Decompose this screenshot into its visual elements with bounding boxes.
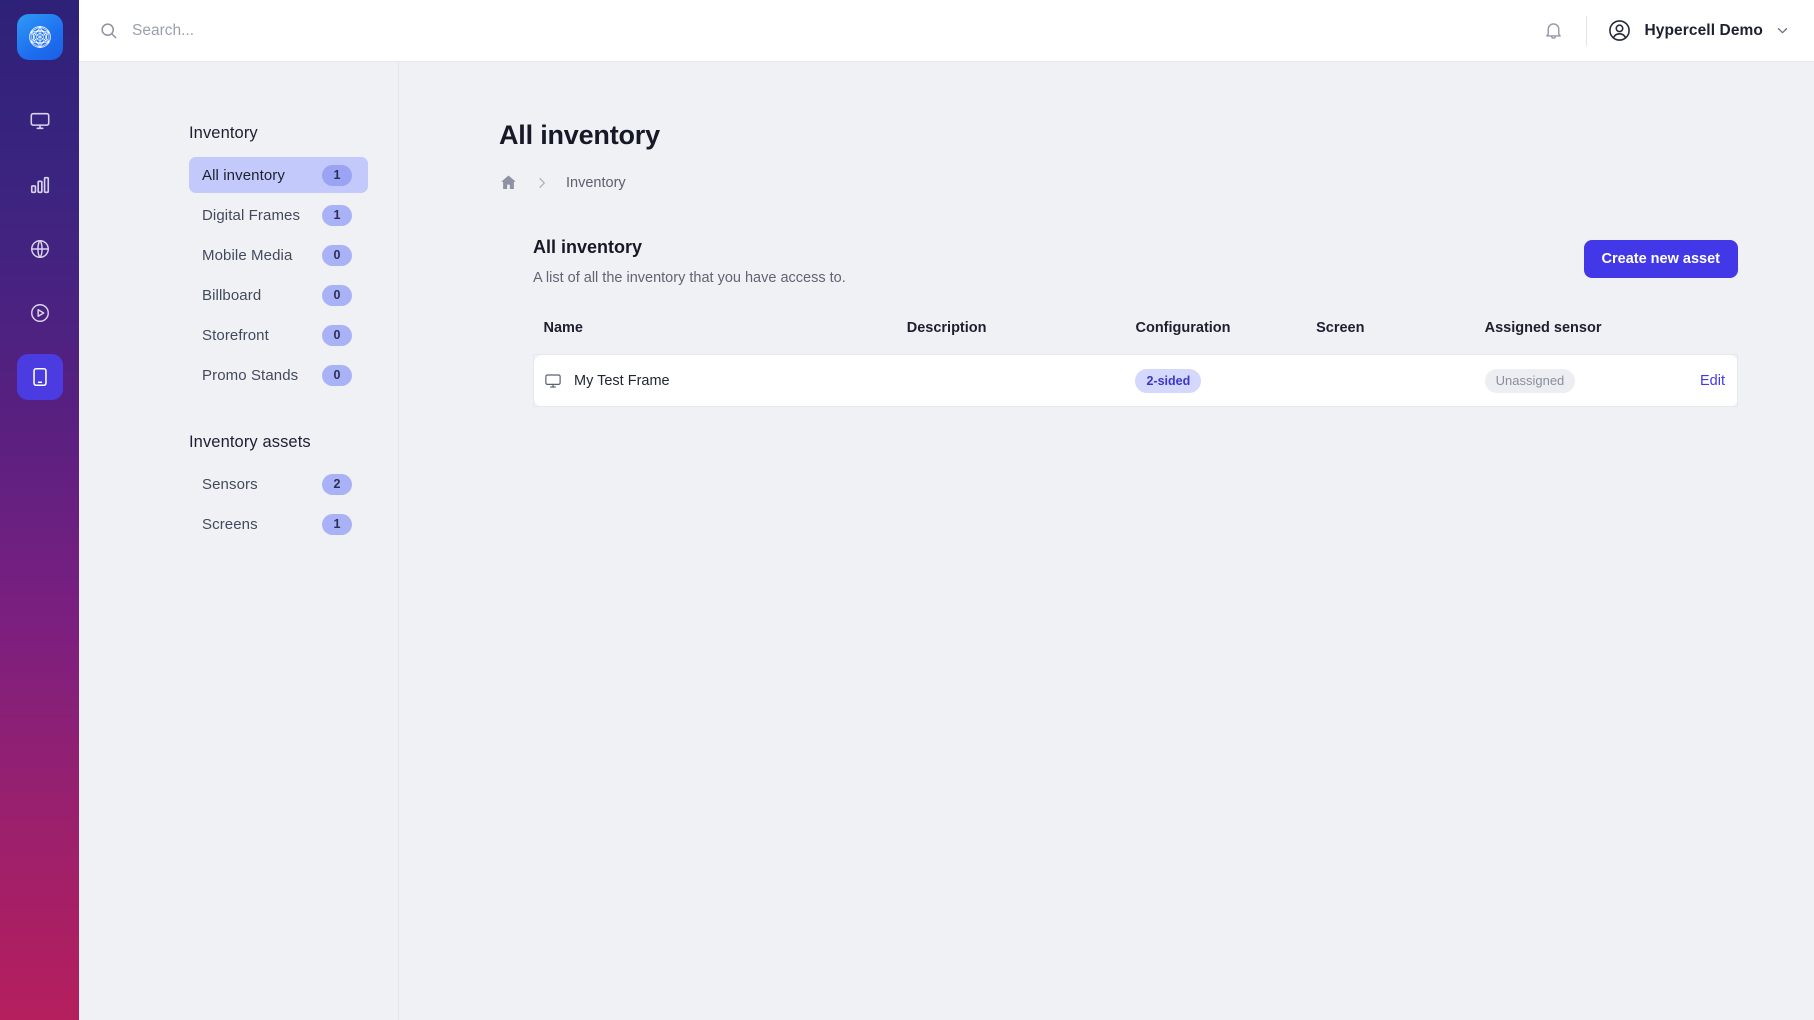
configuration-badge: 2-sided [1135, 369, 1201, 393]
chevron-right-icon [534, 175, 550, 191]
nav-item-mobile-media[interactable]: Mobile Media 0 [189, 237, 368, 273]
nav-item-label: Mobile Media [202, 247, 292, 264]
table-header-row: Name Description Configuration Screen As… [534, 320, 1738, 355]
cell-configuration: 2-sided [1135, 355, 1316, 407]
section-subtitle: A list of all the inventory that you hav… [533, 270, 846, 286]
nav-heading-inventory: Inventory [189, 124, 368, 143]
column-header-name: Name [534, 320, 907, 355]
nav-item-label: Screens [202, 516, 258, 533]
nav-item-label: Sensors [202, 476, 258, 493]
user-circle-icon [1607, 18, 1632, 43]
name-cell-content: My Test Frame [544, 372, 907, 390]
page-title: All inventory [499, 120, 1738, 151]
inventory-table-wrap: Name Description Configuration Screen As… [499, 320, 1738, 407]
icon-rail [0, 0, 79, 1020]
breadcrumb: Inventory [499, 173, 1738, 192]
nav-list-inventory: All inventory 1 Digital Frames 1 Mobile … [189, 157, 368, 393]
column-header-screen: Screen [1316, 320, 1485, 355]
monitor-icon [29, 110, 51, 132]
globe-icon [29, 238, 51, 260]
bell-icon [1543, 20, 1564, 41]
edit-link[interactable]: Edit [1665, 373, 1737, 389]
nav-item-digital-frames[interactable]: Digital Frames 1 [189, 197, 368, 233]
cell-actions: Edit [1665, 355, 1737, 407]
user-menu[interactable]: Hypercell Demo [1605, 14, 1792, 47]
section-header: All inventory A list of all the inventor… [499, 237, 1738, 286]
tablet-icon [29, 366, 51, 388]
nav-item-count: 1 [322, 165, 352, 186]
column-header-configuration: Configuration [1135, 320, 1316, 355]
bar-chart-icon [29, 174, 51, 196]
main-content: All inventory Inventory All inventory A … [399, 62, 1814, 1020]
nav-item-count: 0 [322, 325, 352, 346]
cell-screen [1316, 355, 1485, 407]
inventory-table: Name Description Configuration Screen As… [533, 320, 1738, 407]
nav-item-count: 0 [322, 245, 352, 266]
nav-item-all-inventory[interactable]: All inventory 1 [189, 157, 368, 193]
notifications-button[interactable] [1533, 14, 1574, 47]
nav-item-count: 1 [322, 205, 352, 226]
body-split: Inventory All inventory 1 Digital Frames… [79, 62, 1814, 1020]
nav-item-sensors[interactable]: Sensors 2 [189, 466, 368, 502]
search-area [99, 21, 1533, 40]
user-name-label: Hypercell Demo [1644, 22, 1763, 40]
nav-item-count: 0 [322, 365, 352, 386]
chevron-down-icon [1775, 23, 1790, 38]
cell-assigned-sensor: Unassigned [1485, 355, 1666, 407]
app-logo[interactable] [17, 14, 63, 60]
column-header-actions [1665, 320, 1737, 355]
cell-description [907, 355, 1136, 407]
home-icon[interactable] [499, 173, 518, 192]
nav-item-count: 2 [322, 474, 352, 495]
play-circle-icon [29, 302, 51, 324]
nav-item-storefront[interactable]: Storefront 0 [189, 317, 368, 353]
nav-item-billboard[interactable]: Billboard 0 [189, 277, 368, 313]
nav-item-count: 0 [322, 285, 352, 306]
section-header-text: All inventory A list of all the inventor… [533, 237, 846, 286]
top-bar-actions: Hypercell Demo [1533, 14, 1792, 47]
create-new-asset-button[interactable]: Create new asset [1584, 240, 1738, 278]
top-bar: Hypercell Demo [79, 0, 1814, 62]
rail-item-screens[interactable] [17, 98, 63, 144]
nav-item-label: Billboard [202, 287, 261, 304]
nav-item-label: Digital Frames [202, 207, 300, 224]
app-root: Hypercell Demo Inventory All inventory 1 [0, 0, 1814, 1020]
toolbar-divider [1586, 16, 1587, 46]
search-icon [99, 21, 118, 40]
table-header: Name Description Configuration Screen As… [534, 320, 1738, 355]
breadcrumb-current[interactable]: Inventory [566, 175, 626, 191]
nav-item-label: All inventory [202, 167, 285, 184]
column-header-description: Description [907, 320, 1136, 355]
asset-name: My Test Frame [574, 373, 670, 389]
section-title: All inventory [533, 237, 846, 258]
monitor-icon [544, 372, 562, 390]
nav-item-promo-stands[interactable]: Promo Stands 0 [189, 357, 368, 393]
inventory-nav-panel: Inventory All inventory 1 Digital Frames… [79, 62, 399, 1020]
search-input[interactable] [132, 22, 572, 40]
rail-item-network[interactable] [17, 226, 63, 272]
mandala-logo-icon [25, 22, 55, 52]
table-row[interactable]: My Test Frame 2-sided Unassigned [534, 355, 1738, 407]
nav-item-screens[interactable]: Screens 1 [189, 506, 368, 542]
column-header-assigned-sensor: Assigned sensor [1485, 320, 1666, 355]
table-body: My Test Frame 2-sided Unassigned [534, 355, 1738, 407]
rail-item-media[interactable] [17, 290, 63, 336]
nav-item-count: 1 [322, 514, 352, 535]
nav-item-label: Storefront [202, 327, 269, 344]
nav-list-assets: Sensors 2 Screens 1 [189, 466, 368, 542]
main-column: Hypercell Demo Inventory All inventory 1 [79, 0, 1814, 1020]
rail-item-analytics[interactable] [17, 162, 63, 208]
cell-name: My Test Frame [534, 355, 907, 407]
rail-item-inventory[interactable] [17, 354, 63, 400]
assigned-sensor-badge: Unassigned [1485, 369, 1576, 393]
nav-heading-inventory-assets: Inventory assets [189, 433, 368, 452]
nav-item-label: Promo Stands [202, 367, 298, 384]
